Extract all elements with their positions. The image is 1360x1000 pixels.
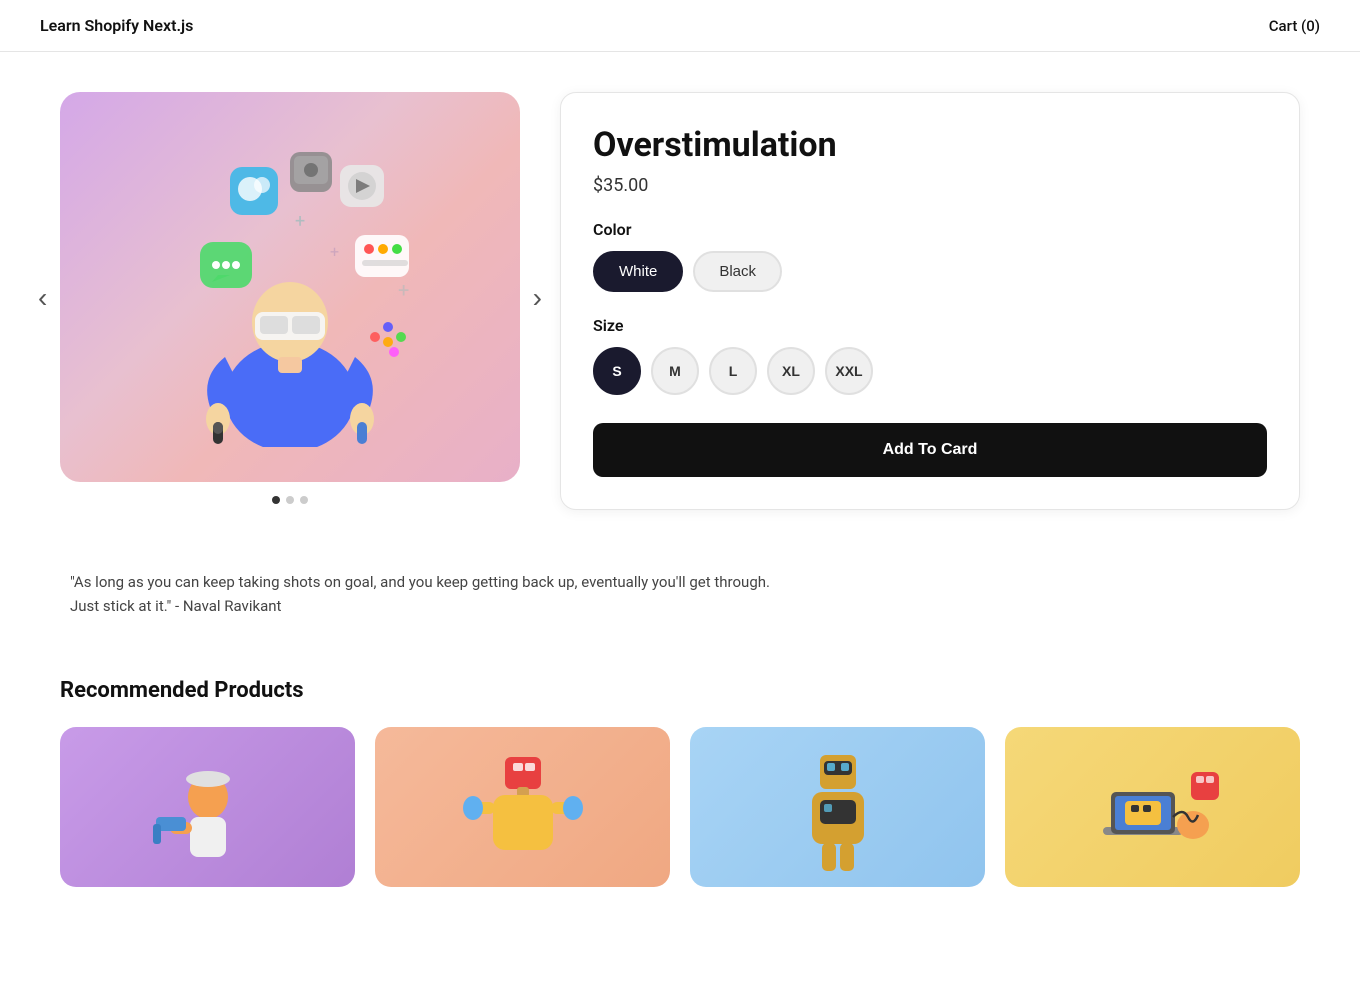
quote-text: "As long as you can keep taking shots on… (70, 570, 780, 618)
color-options: White Black (593, 251, 1267, 292)
rec-illustration-2 (463, 737, 583, 877)
size-options: S M L XL XXL (593, 347, 1267, 395)
product-illustration: + + + (140, 127, 440, 447)
product-section: ‹ (60, 92, 1300, 510)
carousel-next-button[interactable]: › (525, 274, 550, 322)
rec-card-2[interactable] (375, 727, 670, 887)
carousel-prev-button[interactable]: ‹ (30, 274, 55, 322)
rec-illustration-3 (778, 737, 898, 877)
rec-card-4[interactable] (1005, 727, 1300, 887)
add-to-cart-button[interactable]: Add To Card (593, 423, 1267, 477)
rec-illustration-4 (1083, 737, 1223, 877)
product-price: $35.00 (593, 175, 1267, 196)
main-content: ‹ (0, 52, 1360, 927)
quote-section: "As long as you can keep taking shots on… (60, 570, 780, 618)
recommended-section: Recommended Products (60, 678, 1300, 887)
rec-illustration-1 (148, 737, 268, 877)
size-l-button[interactable]: L (709, 347, 757, 395)
carousel-dot-1[interactable] (272, 496, 280, 504)
cart-link[interactable]: Cart (0) (1269, 17, 1320, 35)
size-s-button[interactable]: S (593, 347, 641, 395)
product-name: Overstimulation (593, 125, 1267, 165)
carousel-dot-2[interactable] (286, 496, 294, 504)
size-m-button[interactable]: M (651, 347, 699, 395)
carousel-dots (60, 496, 520, 504)
product-image: + + + (60, 92, 520, 482)
site-title: Learn Shopify Next.js (40, 16, 193, 35)
recommended-title: Recommended Products (60, 678, 1300, 703)
rec-card-1[interactable] (60, 727, 355, 887)
product-carousel: ‹ (60, 92, 520, 504)
svg-text:+: + (295, 211, 305, 232)
svg-text:+: + (330, 242, 339, 261)
rec-card-3[interactable] (690, 727, 985, 887)
recommended-grid (60, 727, 1300, 887)
carousel-dot-3[interactable] (300, 496, 308, 504)
color-label: Color (593, 220, 1267, 239)
size-label: Size (593, 316, 1267, 335)
product-info-panel: Overstimulation $35.00 Color White Black… (560, 92, 1300, 510)
size-xxl-button[interactable]: XXL (825, 347, 873, 395)
color-white-button[interactable]: White (593, 251, 683, 292)
svg-text:+: + (398, 278, 409, 302)
color-black-button[interactable]: Black (693, 251, 782, 292)
size-xl-button[interactable]: XL (767, 347, 815, 395)
header: Learn Shopify Next.js Cart (0) (0, 0, 1360, 52)
